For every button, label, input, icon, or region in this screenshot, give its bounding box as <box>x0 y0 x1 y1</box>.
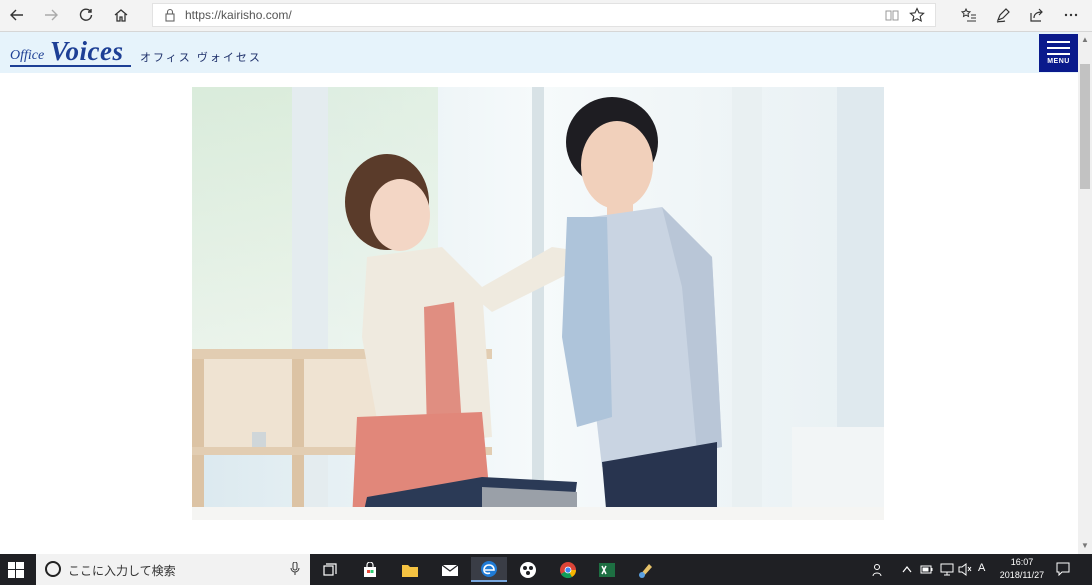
scrollbar-thumb[interactable] <box>1080 64 1090 189</box>
favorites-hub-icon[interactable] <box>956 3 982 27</box>
browser-toolbar: https://kairisho.com/ <box>0 0 1092 32</box>
windows-taskbar: ここに入力して検索 A 16:07 2018/11/27 <box>0 554 1092 585</box>
home-icon[interactable] <box>108 3 134 27</box>
chevron-up-icon[interactable] <box>902 565 912 573</box>
notification-icon[interactable] <box>1056 562 1070 576</box>
taskbar-clock[interactable]: 16:07 2018/11/27 <box>990 556 1054 582</box>
logo-japanese-text: オフィス ヴォイセス <box>140 52 262 64</box>
cortana-icon <box>45 561 61 577</box>
hamburger-icon-bar <box>1047 53 1070 55</box>
windows-start-icon[interactable] <box>8 562 24 578</box>
taskbar-search-box[interactable]: ここに入力して検索 <box>36 554 310 585</box>
ime-indicator[interactable]: A <box>978 562 985 574</box>
pen-icon[interactable] <box>990 3 1016 27</box>
favorite-star-icon[interactable] <box>909 7 925 23</box>
share-icon[interactable] <box>1024 3 1050 27</box>
people-icon[interactable] <box>872 563 886 577</box>
menu-button[interactable]: MENU <box>1039 34 1078 72</box>
menu-label: MENU <box>1047 58 1070 65</box>
chrome-icon[interactable] <box>550 557 586 582</box>
scroll-down-icon[interactable]: ▼ <box>1081 542 1089 550</box>
network-icon[interactable] <box>940 563 954 576</box>
hamburger-icon <box>1047 41 1070 43</box>
store-icon[interactable] <box>352 557 388 582</box>
battery-icon[interactable] <box>920 564 933 575</box>
edge-icon[interactable] <box>471 557 507 582</box>
url-text[interactable]: https://kairisho.com/ <box>185 8 292 22</box>
hamburger-icon-bar <box>1047 47 1070 49</box>
lock-icon <box>165 8 175 22</box>
volume-icon[interactable] <box>958 563 972 576</box>
file-explorer-icon[interactable] <box>392 557 428 582</box>
hero-photo-illustration <box>192 87 884 520</box>
clock-time: 16:07 <box>1010 557 1034 567</box>
mail-icon[interactable] <box>432 557 468 582</box>
logo-underline <box>10 65 131 67</box>
app-icon[interactable] <box>510 557 546 582</box>
paint-icon[interactable] <box>628 557 664 582</box>
search-placeholder: ここに入力して検索 <box>68 564 176 578</box>
reading-view-icon[interactable] <box>885 8 899 22</box>
logo-office-text: Office <box>10 48 45 63</box>
excel-icon[interactable] <box>589 557 625 582</box>
back-icon[interactable] <box>4 3 30 27</box>
hero-image <box>192 87 884 520</box>
page-scrollbar[interactable]: ▲ ▼ <box>1078 32 1092 554</box>
site-header: Office Voices オフィス ヴォイセス MENU <box>0 32 1078 73</box>
clock-date: 2018/11/27 <box>999 570 1045 580</box>
forward-icon[interactable] <box>38 3 64 27</box>
scroll-up-icon[interactable]: ▲ <box>1081 36 1089 44</box>
address-bar[interactable]: https://kairisho.com/ <box>152 3 936 27</box>
task-view-icon[interactable] <box>312 557 348 582</box>
logo-voices-text: Voices <box>50 36 124 66</box>
more-icon[interactable] <box>1058 3 1084 27</box>
refresh-icon[interactable] <box>73 3 99 27</box>
microphone-icon[interactable] <box>290 562 300 576</box>
